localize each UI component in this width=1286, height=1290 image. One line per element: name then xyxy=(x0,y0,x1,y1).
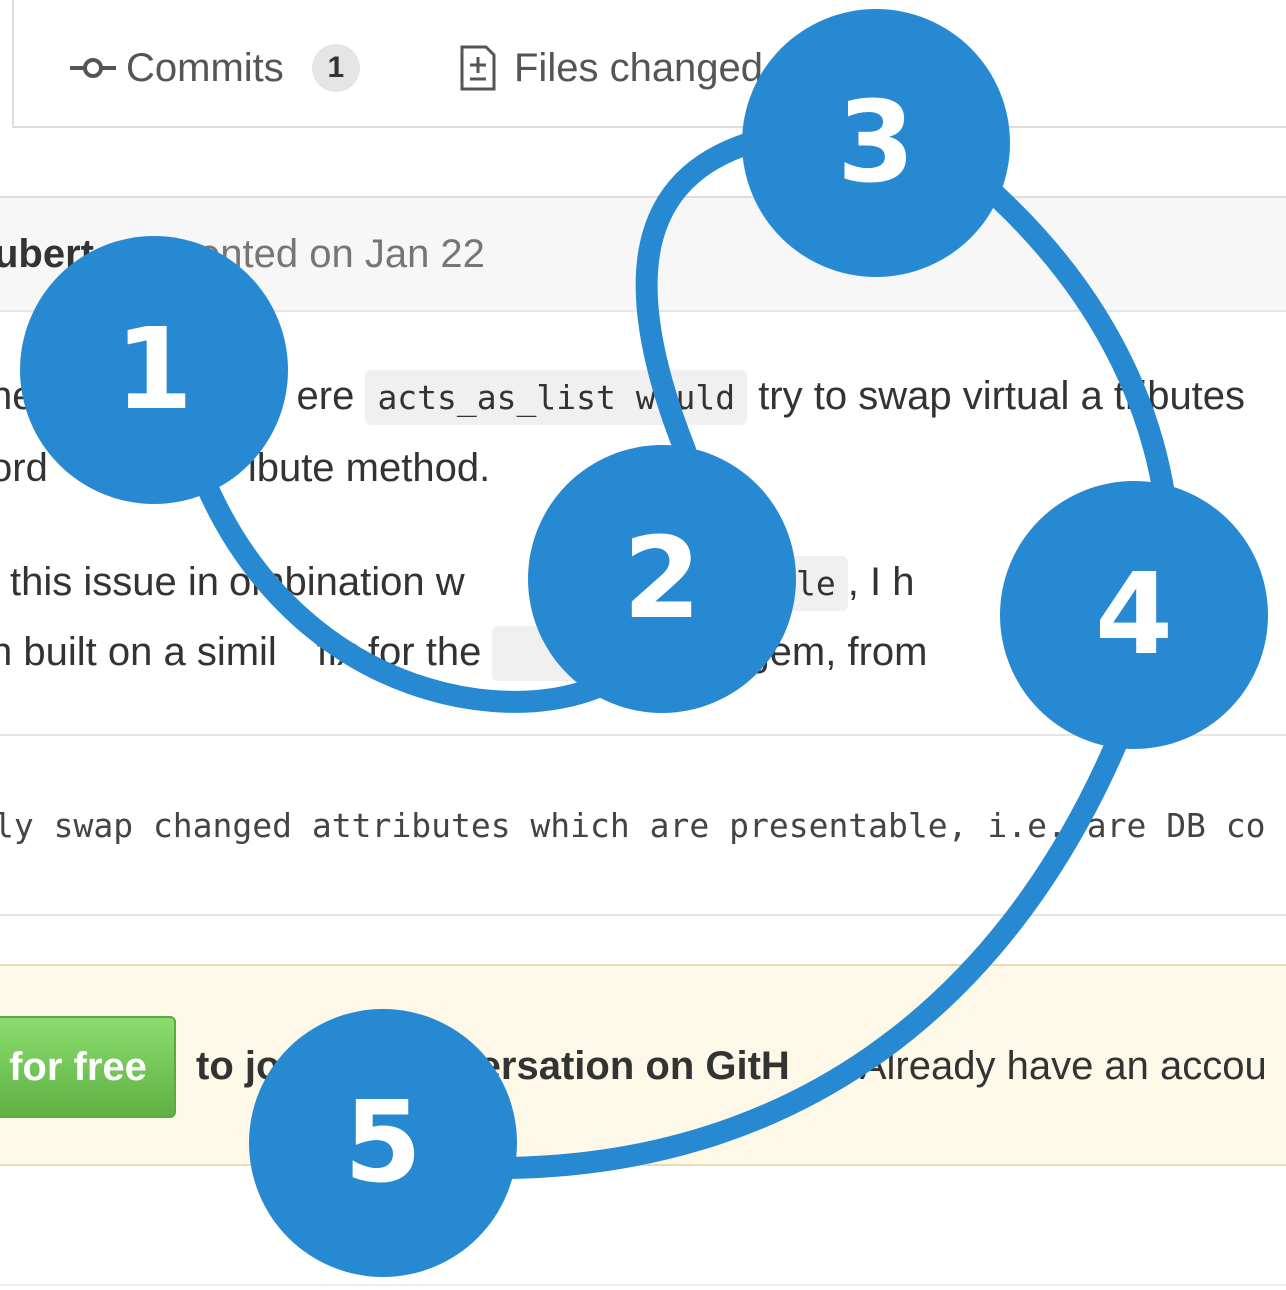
step-annotation-overlay: 1 2 3 4 5 xyxy=(20,9,1268,1277)
step-number: 4 xyxy=(1095,550,1173,680)
pull-request-page: Commits 1 Files changed ubert ented on J… xyxy=(0,0,1286,1290)
step-number: 1 xyxy=(115,305,193,435)
step-marker-1: 1 xyxy=(20,236,288,504)
step-number: 3 xyxy=(837,78,915,208)
step-marker-4: 4 xyxy=(1000,481,1268,749)
step-marker-3: 3 xyxy=(742,9,1010,277)
step-number: 5 xyxy=(344,1078,422,1208)
step-marker-2: 2 xyxy=(528,445,796,713)
step-marker-5: 5 xyxy=(249,1009,517,1277)
step-number: 2 xyxy=(623,514,701,644)
